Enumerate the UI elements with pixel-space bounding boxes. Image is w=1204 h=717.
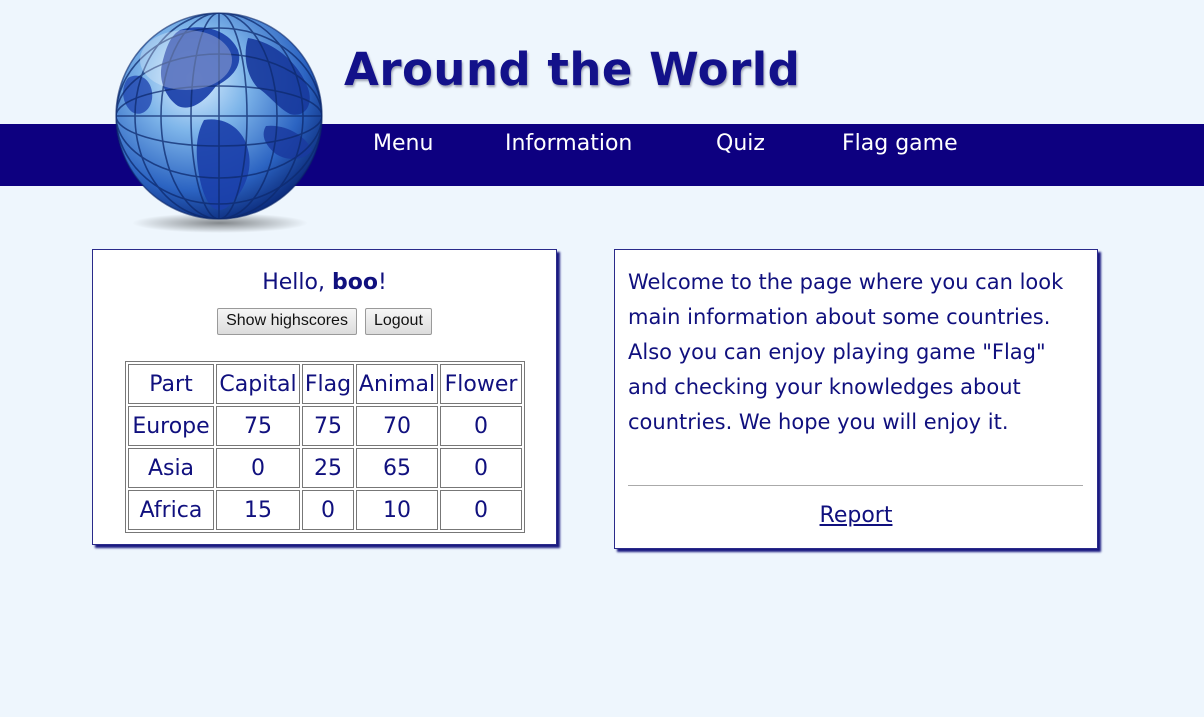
nav-item-quiz[interactable]: Quiz [716,124,765,164]
table-row: Europe 75 75 70 0 [128,406,522,446]
table-header-row: Part Capital Flag Animal Flower [128,364,522,404]
table-cell: 0 [440,490,522,530]
table-cell: 10 [356,490,438,530]
column-header: Part [128,364,214,404]
globe-icon [115,12,323,233]
nav-item-menu[interactable]: Menu [373,124,433,164]
table-cell: 0 [216,448,300,488]
table-cell: 65 [356,448,438,488]
site-title: Around the World [344,43,801,96]
table-cell: 0 [302,490,354,530]
score-table: Part Capital Flag Animal Flower Europe 7… [125,361,525,533]
nav-item-information[interactable]: Information [505,124,632,164]
table-cell: Asia [128,448,214,488]
table-cell: 0 [440,448,522,488]
table-cell: 15 [216,490,300,530]
column-header: Capital [216,364,300,404]
column-header: Flag [302,364,354,404]
info-panel: Welcome to the page where you can look m… [614,249,1098,549]
username: boo [331,270,378,295]
greeting: Hello, boo! [93,266,556,300]
table-cell: 75 [302,406,354,446]
column-header: Animal [356,364,438,404]
table-cell: 25 [302,448,354,488]
table-row: Asia 0 25 65 0 [128,448,522,488]
table-cell: Africa [128,490,214,530]
show-highscores-button[interactable]: Show highscores [217,308,357,335]
greeting-suffix: ! [377,270,387,295]
greeting-prefix: Hello, [262,270,332,295]
welcome-text: Welcome to the page where you can look m… [628,270,1064,434]
logout-button[interactable]: Logout [364,308,432,335]
divider [628,485,1083,486]
table-cell: Europe [128,406,214,446]
user-panel: Hello, boo! Show highscores Logout Part … [92,249,557,545]
report-link[interactable]: Report [615,503,1097,528]
table-cell: 0 [440,406,522,446]
user-actions: Show highscores Logout [93,308,556,335]
table-cell: 70 [356,406,438,446]
table-row: Africa 15 0 10 0 [128,490,522,530]
column-header: Flower [440,364,522,404]
nav-item-flag-game[interactable]: Flag game [842,124,958,164]
table-cell: 75 [216,406,300,446]
